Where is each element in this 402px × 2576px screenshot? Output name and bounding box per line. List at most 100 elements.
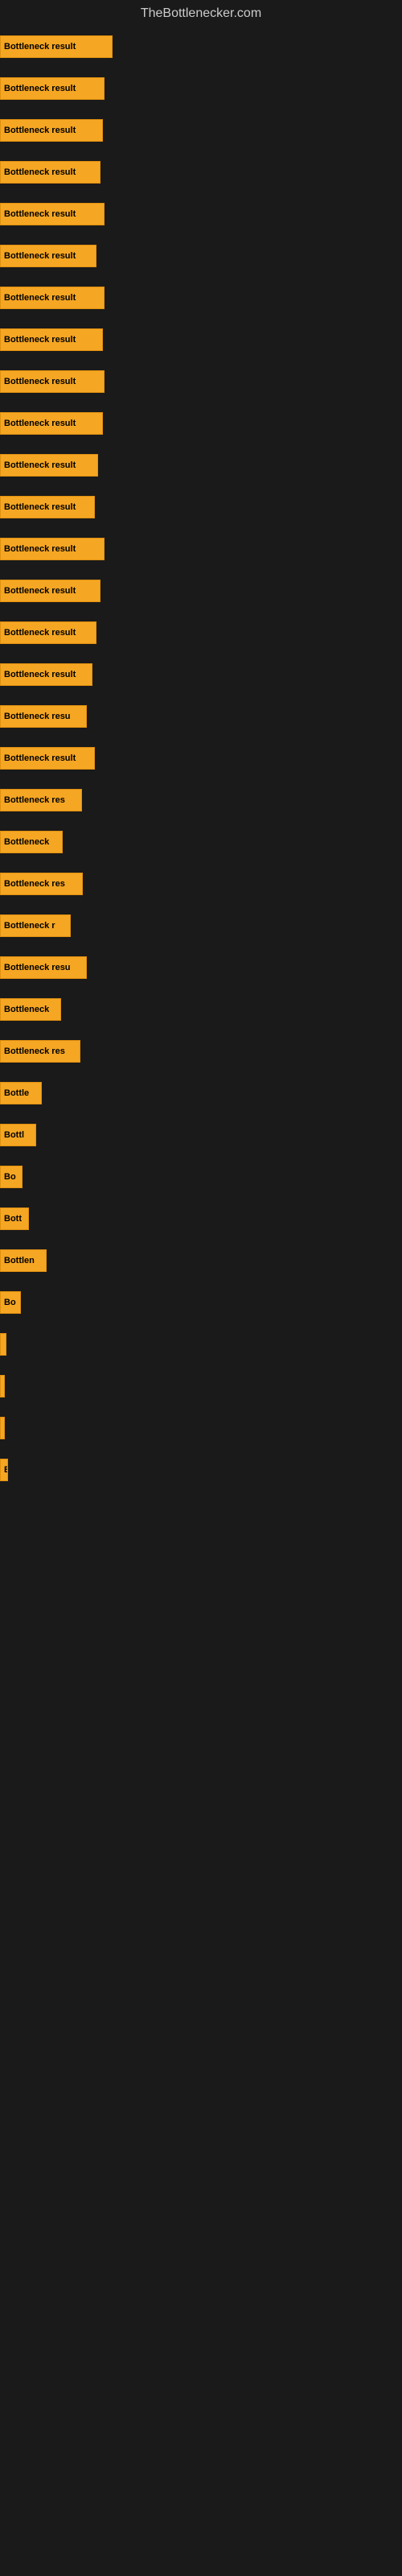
bar-gap [0, 1233, 402, 1246]
bar-gap [0, 61, 402, 74]
bar-row: Bottl [0, 1121, 402, 1150]
bar-label: Bottleneck resu [4, 712, 71, 721]
bar-label: Bo [4, 1298, 16, 1307]
bar-label: E [4, 1465, 8, 1475]
bottleneck-bar: Bottle [0, 1082, 42, 1104]
bars-container: Bottleneck result Bottleneck result Bottle… [0, 24, 402, 1512]
bar-row [0, 1414, 402, 1443]
bar-label: Bottleneck result [4, 670, 76, 679]
bottleneck-bar: E [0, 1459, 8, 1481]
bar-row: Bottleneck result [0, 660, 402, 689]
bottleneck-bar: Bottleneck result [0, 663, 92, 686]
bar-row [0, 1491, 402, 1497]
bar-gap [0, 605, 402, 618]
bar-label: Bott [4, 1214, 22, 1224]
bar-row: Bottleneck [0, 995, 402, 1024]
bar-label: Bottleneck result [4, 628, 76, 638]
bar-gap [0, 229, 402, 242]
bottleneck-bar: Bottleneck result [0, 580, 100, 602]
bar-label: Bottlen [4, 1256, 35, 1265]
bottleneck-bar: Bottleneck resu [0, 705, 87, 728]
bar-gap [0, 438, 402, 451]
bar-label: Bottleneck result [4, 84, 76, 93]
bar-label: Bottleneck resu [4, 963, 71, 972]
bar-gap [0, 689, 402, 702]
bar-row: Bottleneck resu [0, 702, 402, 731]
bar-gap [0, 145, 402, 158]
bar-row: Bottleneck res [0, 869, 402, 898]
bottleneck-bar: Bottleneck result [0, 747, 95, 770]
bottleneck-bar: Bottleneck result [0, 328, 103, 351]
bar-row: Bottleneck result [0, 535, 402, 564]
bar-label: Bottleneck result [4, 209, 76, 219]
bottleneck-bar: Bottleneck result [0, 35, 113, 58]
bottleneck-bar: Bottleneck result [0, 77, 105, 100]
bar-label: Bo [4, 1172, 16, 1182]
bottleneck-bar: Bottleneck result [0, 412, 103, 435]
bottleneck-bar: Bottleneck result [0, 454, 98, 477]
bar-gap [0, 1024, 402, 1037]
bar-row: Bottleneck result [0, 325, 402, 354]
bar-gap [0, 354, 402, 367]
bar-row: Bottleneck result [0, 744, 402, 773]
bar-row: Bo [0, 1162, 402, 1191]
bar-row: Bottleneck result [0, 200, 402, 229]
bottleneck-bar: | [0, 1375, 5, 1397]
bar-row: Bottleneck r [0, 911, 402, 940]
bar-row: Bottleneck result [0, 451, 402, 480]
bar-gap [0, 1191, 402, 1204]
bar-row: Bottleneck [0, 828, 402, 857]
bar-label: Bottl [4, 1130, 24, 1140]
bar-label: Bottleneck result [4, 377, 76, 386]
bar-gap [0, 1317, 402, 1330]
bar-gap [0, 1150, 402, 1162]
bar-row: Bottleneck result [0, 32, 402, 61]
bar-label: Bottleneck result [4, 126, 76, 135]
bar-label: Bottle [4, 1088, 29, 1098]
bar-gap [0, 522, 402, 535]
bar-label: Bottleneck res [4, 879, 65, 889]
bar-gap [0, 857, 402, 869]
bar-row: Bottleneck result [0, 493, 402, 522]
bar-gap [0, 396, 402, 409]
bottleneck-bar: Bottleneck result [0, 538, 105, 560]
bottleneck-bar: Bottleneck result [0, 245, 96, 267]
bar-row: Bottleneck result [0, 367, 402, 396]
bar-gap [0, 940, 402, 953]
bar-gap [0, 1275, 402, 1288]
bottleneck-bar: Bo [0, 1166, 23, 1188]
bar-gap [0, 480, 402, 493]
bar-label: Bottleneck result [4, 335, 76, 345]
bottleneck-bar: Bottleneck [0, 998, 61, 1021]
bar-row: Bo [0, 1288, 402, 1317]
bottleneck-bar: Bottleneck result [0, 287, 105, 309]
bar-gap [0, 312, 402, 325]
bar-gap [0, 731, 402, 744]
bar-label: Bottleneck res [4, 1046, 65, 1056]
bar-gap [0, 187, 402, 200]
bar-label: Bottleneck result [4, 753, 76, 763]
page-container: TheBottlenecker.com Bottleneck resultBot… [0, 0, 402, 1512]
bar-label: Bottleneck result [4, 42, 76, 52]
bottleneck-bar: Bottleneck result [0, 370, 105, 393]
bottleneck-bar [0, 1417, 5, 1439]
bottleneck-bar: Bottleneck res [0, 873, 83, 895]
bar-row: | [0, 1372, 402, 1401]
bar-label: Bottleneck result [4, 460, 76, 470]
bar-label: Bottleneck result [4, 502, 76, 512]
bar-gap [0, 564, 402, 576]
bar-row: Bottleneck res [0, 786, 402, 815]
bar-row: E [0, 1455, 402, 1484]
bar-row [0, 1330, 402, 1359]
bar-row [0, 1484, 402, 1491]
bottleneck-bar [0, 1333, 6, 1356]
bar-label: Bottleneck [4, 1005, 49, 1014]
bottleneck-bar: Bottl [0, 1124, 36, 1146]
bottleneck-bar: Bottleneck [0, 831, 63, 853]
bar-row: Bottleneck result [0, 116, 402, 145]
bar-row: Bottleneck resu [0, 953, 402, 982]
bar-gap [0, 1443, 402, 1455]
bar-row: Bott [0, 1204, 402, 1233]
bar-row [0, 1497, 402, 1504]
bar-label: Bottleneck result [4, 251, 76, 261]
